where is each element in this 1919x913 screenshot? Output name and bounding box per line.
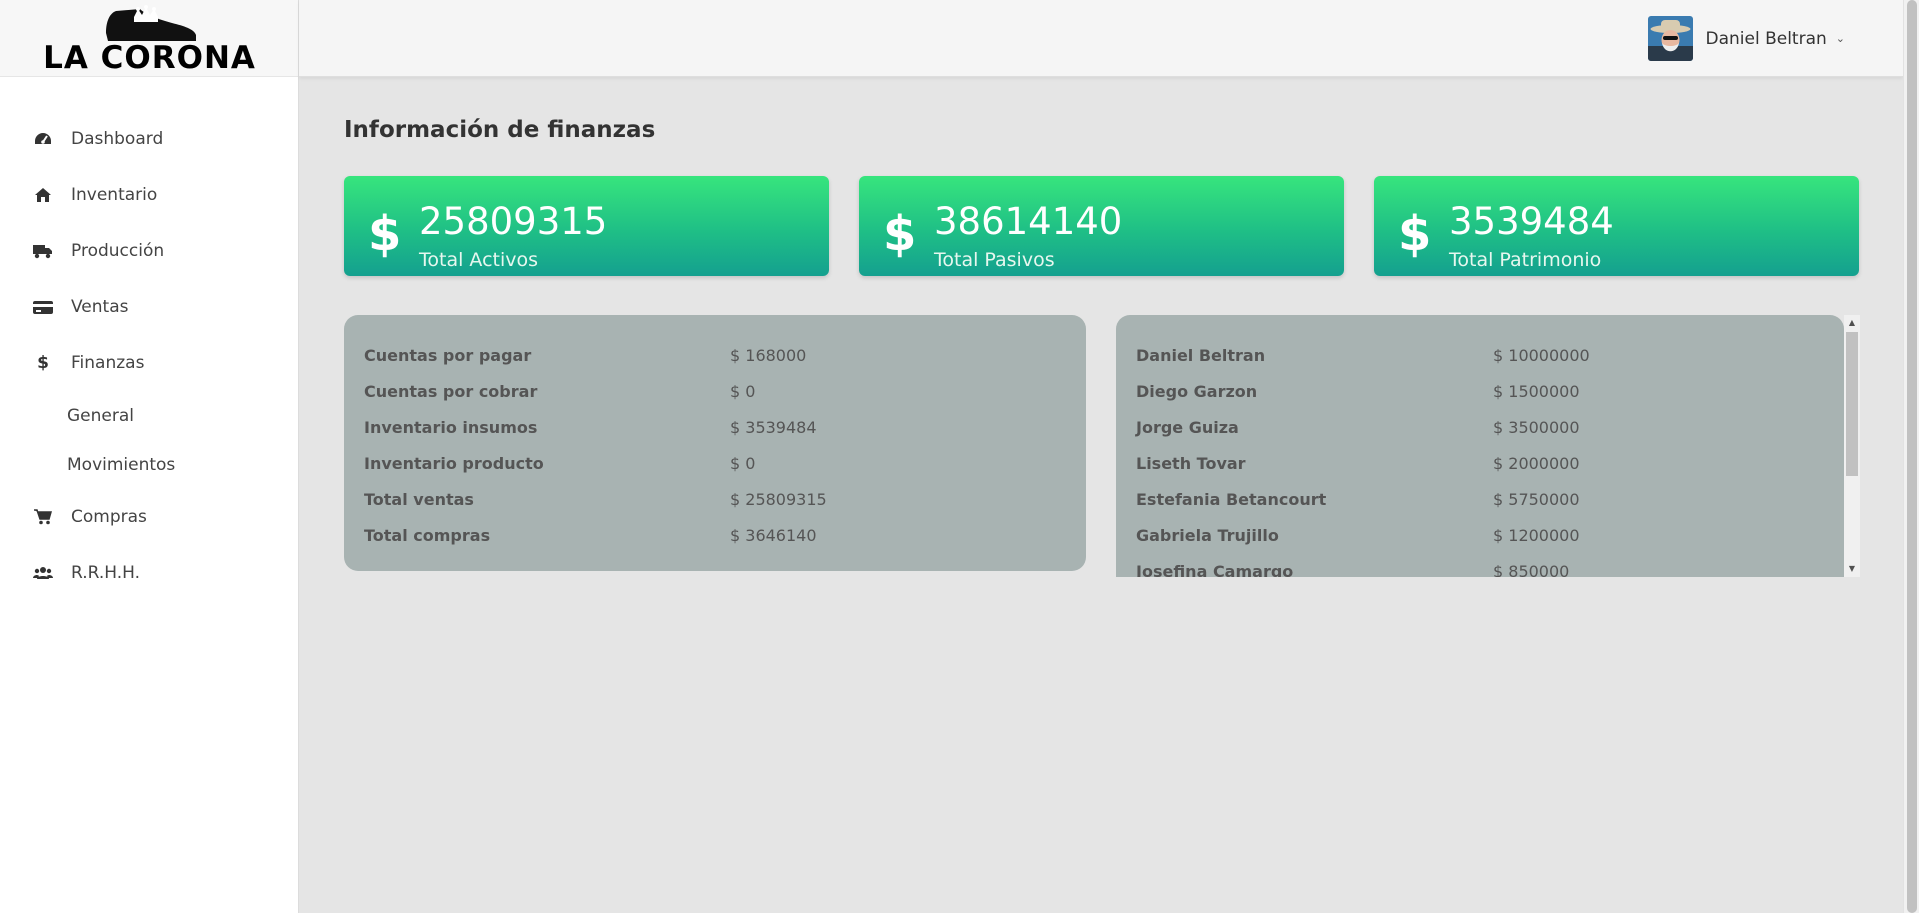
item-value: $ 10000000 bbox=[1493, 346, 1590, 365]
brand-name: LA CORONA bbox=[43, 40, 256, 76]
scroll-up-arrow-icon[interactable]: ▲ bbox=[1844, 315, 1860, 331]
chevron-down-icon: ⌄ bbox=[1835, 32, 1845, 45]
sidebar-item-produccion[interactable]: Producción bbox=[0, 223, 298, 279]
item-label: Inventario producto bbox=[364, 454, 544, 473]
dollar-icon: $ bbox=[37, 353, 49, 373]
scroll-down-arrow-icon[interactable]: ▼ bbox=[1844, 561, 1860, 577]
avatar bbox=[1648, 16, 1694, 61]
page-scrollbar-thumb[interactable] bbox=[1907, 0, 1917, 913]
user-name: Daniel Beltran bbox=[1705, 28, 1827, 49]
card-value: 25809315 bbox=[419, 200, 608, 243]
crown-shoe-icon bbox=[106, 5, 196, 41]
total-pasivos-card: $ 38614140 Total Pasivos bbox=[859, 176, 1344, 276]
item-value: $ 5750000 bbox=[1493, 490, 1580, 509]
top-header: Daniel Beltran ⌄ bbox=[299, 0, 1903, 77]
sidebar-nav: Dashboard Inventario Producción Ventas $… bbox=[0, 77, 298, 601]
item-label: Total compras bbox=[364, 526, 491, 545]
sidebar-item-label: Movimientos bbox=[67, 454, 176, 475]
page-title: Información de finanzas bbox=[344, 117, 656, 143]
dollar-icon: $ bbox=[1398, 206, 1432, 262]
item-label: Jorge Guiza bbox=[1136, 418, 1239, 437]
sidebar-item-compras[interactable]: Compras bbox=[0, 489, 298, 545]
sidebar-item-label: Dashboard bbox=[71, 129, 164, 149]
item-value: $ 3500000 bbox=[1493, 418, 1580, 437]
sidebar-item-inventario[interactable]: Inventario bbox=[0, 167, 298, 223]
item-value: $ 0 bbox=[730, 454, 756, 473]
total-patrimonio-card: $ 3539484 Total Patrimonio bbox=[1374, 176, 1859, 276]
user-menu[interactable]: Daniel Beltran ⌄ bbox=[1648, 16, 1845, 61]
item-value: $ 850000 bbox=[1493, 562, 1570, 577]
sidebar-item-label: Finanzas bbox=[71, 353, 145, 373]
item-value: $ 3539484 bbox=[730, 418, 817, 437]
item-label: Cuentas por pagar bbox=[364, 346, 532, 365]
item-label: Daniel Beltran bbox=[1136, 346, 1266, 365]
scrollbar-thumb[interactable] bbox=[1846, 332, 1858, 476]
sidebar-item-finanzas[interactable]: $ Finanzas bbox=[0, 335, 298, 391]
sidebar-item-label: Producción bbox=[71, 241, 165, 261]
sidebar-item-dashboard[interactable]: Dashboard bbox=[0, 111, 298, 167]
gauge-icon bbox=[33, 129, 53, 149]
sidebar-item-label: R.R.H.H. bbox=[71, 563, 140, 583]
sidebar-item-label: Ventas bbox=[71, 297, 129, 317]
sidebar-subitem-movimientos[interactable]: Movimientos bbox=[0, 440, 298, 489]
home-icon bbox=[33, 185, 53, 205]
sidebar-item-label: General bbox=[67, 405, 134, 426]
page-scrollbar[interactable] bbox=[1903, 0, 1919, 913]
item-value: $ 168000 bbox=[730, 346, 807, 365]
truck-icon bbox=[33, 241, 53, 261]
dollar-icon: $ bbox=[368, 206, 402, 262]
item-value: $ 1500000 bbox=[1493, 382, 1580, 401]
item-label: Total ventas bbox=[364, 490, 474, 509]
item-label: Josefina Camargo bbox=[1136, 562, 1294, 577]
finance-summary-panel: Cuentas por pagar $ 168000 Cuentas por c… bbox=[344, 315, 1086, 571]
partners-scroll-container[interactable]: Daniel Beltran $ 10000000 Diego Garzon $… bbox=[1116, 315, 1860, 577]
item-value: $ 25809315 bbox=[730, 490, 827, 509]
item-value: $ 0 bbox=[730, 382, 756, 401]
sidebar-subitem-general[interactable]: General bbox=[0, 391, 298, 440]
credit-card-icon bbox=[33, 297, 53, 317]
partners-panel: Daniel Beltran $ 10000000 Diego Garzon $… bbox=[1116, 315, 1844, 577]
item-label: Diego Garzon bbox=[1136, 382, 1258, 401]
brand-logo[interactable]: LA CORONA bbox=[0, 0, 298, 77]
partners-scrollbar[interactable]: ▲ ▼ bbox=[1844, 315, 1860, 577]
total-activos-card: $ 25809315 Total Activos bbox=[344, 176, 829, 276]
item-label: Estefania Betancourt bbox=[1136, 490, 1327, 509]
item-value: $ 1200000 bbox=[1493, 526, 1580, 545]
card-value: 3539484 bbox=[1449, 200, 1614, 243]
dollar-icon: $ bbox=[883, 206, 917, 262]
card-label: Total Pasivos bbox=[934, 249, 1055, 271]
card-label: Total Patrimonio bbox=[1449, 249, 1602, 271]
item-label: Gabriela Trujillo bbox=[1136, 526, 1279, 545]
sidebar-item-label: Compras bbox=[71, 507, 147, 527]
sidebar-item-ventas[interactable]: Ventas bbox=[0, 279, 298, 335]
sidebar-item-label: Inventario bbox=[71, 185, 158, 205]
item-label: Inventario insumos bbox=[364, 418, 538, 437]
card-value: 38614140 bbox=[934, 200, 1123, 243]
main-content: Información de finanzas $ 25809315 Total… bbox=[299, 77, 1903, 913]
item-value: $ 2000000 bbox=[1493, 454, 1580, 473]
card-label: Total Activos bbox=[419, 249, 539, 271]
item-value: $ 3646140 bbox=[730, 526, 817, 545]
users-icon bbox=[33, 563, 53, 583]
cart-icon bbox=[33, 507, 53, 527]
item-label: Cuentas por cobrar bbox=[364, 382, 538, 401]
sidebar: LA CORONA Dashboard Inventario Producció… bbox=[0, 0, 299, 913]
item-label: Liseth Tovar bbox=[1136, 454, 1246, 473]
sidebar-item-rrhh[interactable]: R.R.H.H. bbox=[0, 545, 298, 601]
